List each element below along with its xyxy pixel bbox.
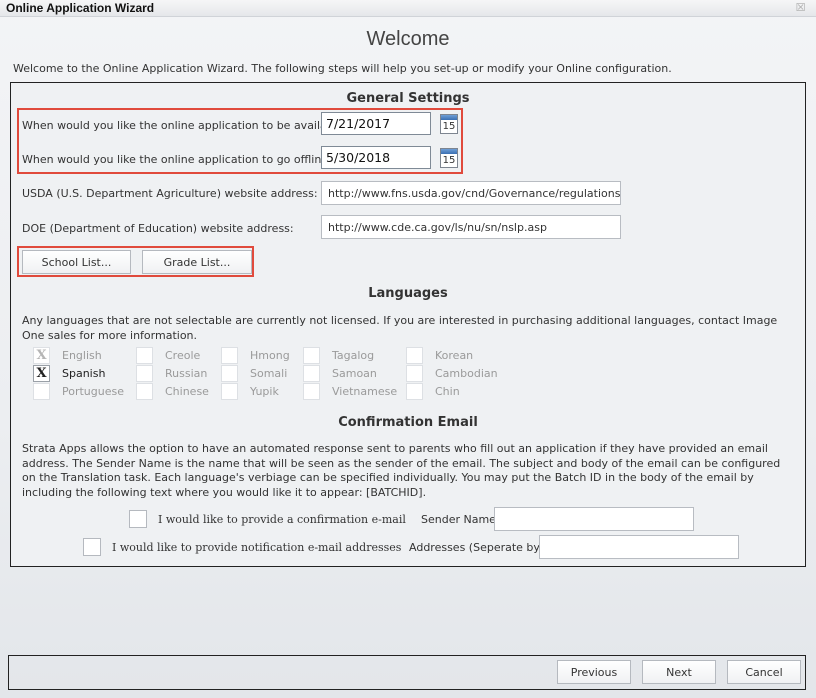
window-title: Online Application Wizard — [6, 1, 155, 15]
language-checkbox-chin — [406, 383, 423, 400]
available-date-input[interactable]: 7/21/2017 — [321, 112, 431, 135]
language-checkbox-yupik — [221, 383, 238, 400]
language-label: Cambodian — [435, 367, 498, 380]
offline-date-label: When would you like the online applicati… — [22, 153, 334, 166]
language-checkbox-somali — [221, 365, 238, 382]
intro-text: Welcome to the Online Application Wizard… — [13, 62, 672, 75]
language-label: Korean — [435, 349, 474, 362]
addresses-input[interactable] — [539, 535, 739, 559]
language-checkbox-tagalog — [303, 347, 320, 364]
language-label: Portuguese — [62, 385, 124, 398]
grade-list-button[interactable]: Grade List... — [142, 250, 252, 274]
title-bar: Online Application Wizard ☒ — [0, 0, 816, 17]
language-checkbox-hmong — [221, 347, 238, 364]
notification-email-checkbox[interactable] — [83, 538, 101, 556]
notification-email-label: I would like to provide notification e-m… — [112, 541, 402, 554]
cancel-button[interactable]: Cancel — [727, 660, 801, 684]
calendar-icon[interactable]: 15 — [440, 114, 458, 134]
language-label: Yupik — [250, 385, 279, 398]
usda-label: USDA (U.S. Department Agriculture) websi… — [22, 187, 318, 200]
language-checkbox-chinese — [136, 383, 153, 400]
language-label: Spanish — [62, 367, 106, 380]
languages-description: Any languages that are not selectable ar… — [22, 314, 778, 342]
general-settings-title: General Settings — [346, 91, 470, 106]
page-title: Welcome — [366, 28, 450, 50]
confirmation-email-checkbox[interactable] — [129, 510, 147, 528]
language-label: English — [62, 349, 102, 362]
language-checkbox-korean — [406, 347, 423, 364]
close-icon[interactable]: ☒ — [795, 2, 806, 13]
language-label: Russian — [165, 367, 208, 380]
language-checkbox-samoan — [303, 365, 320, 382]
addresses-label: Addresses (Seperate by ;) — [409, 541, 552, 554]
calendar-icon[interactable]: 15 — [440, 148, 458, 168]
next-button[interactable]: Next — [642, 660, 716, 684]
language-checkbox-creole — [136, 347, 153, 364]
confirmation-email-label: I would like to provide a confirmation e… — [158, 513, 406, 526]
confirmation-email-title: Confirmation Email — [338, 415, 478, 430]
language-label: Creole — [165, 349, 201, 362]
language-label: Vietnamese — [332, 385, 398, 398]
school-list-button[interactable]: School List... — [22, 250, 131, 274]
language-label: Chin — [435, 385, 460, 398]
sender-name-label: Sender Name: — [421, 513, 500, 526]
language-checkbox-russian — [136, 365, 153, 382]
language-label: Somali — [250, 367, 288, 380]
main-panel: General Settings When would you like the… — [10, 82, 806, 567]
language-checkbox-spanish[interactable]: X — [33, 365, 50, 382]
usda-url-input[interactable]: http://www.fns.usda.gov/cnd/Governance/r… — [321, 181, 621, 205]
language-label: Samoan — [332, 367, 377, 380]
confirmation-email-description: Strata Apps allows the option to have an… — [22, 442, 781, 499]
doe-url-input[interactable]: http://www.cde.ca.gov/ls/nu/sn/nslp.asp — [321, 215, 621, 239]
sender-name-input[interactable] — [494, 507, 694, 531]
language-label: Chinese — [165, 385, 209, 398]
language-checkbox-english: X — [33, 347, 50, 364]
language-checkbox-cambodian — [406, 365, 423, 382]
languages-title: Languages — [368, 286, 448, 301]
available-date-label: When would you like the online applicati… — [22, 119, 350, 132]
doe-label: DOE (Department of Education) website ad… — [22, 222, 294, 235]
language-checkbox-portuguese — [33, 383, 50, 400]
language-checkbox-vietnamese — [303, 383, 320, 400]
previous-button[interactable]: Previous — [557, 660, 631, 684]
language-label: Tagalog — [332, 349, 375, 362]
language-label: Hmong — [250, 349, 290, 362]
offline-date-input[interactable]: 5/30/2018 — [321, 146, 431, 169]
